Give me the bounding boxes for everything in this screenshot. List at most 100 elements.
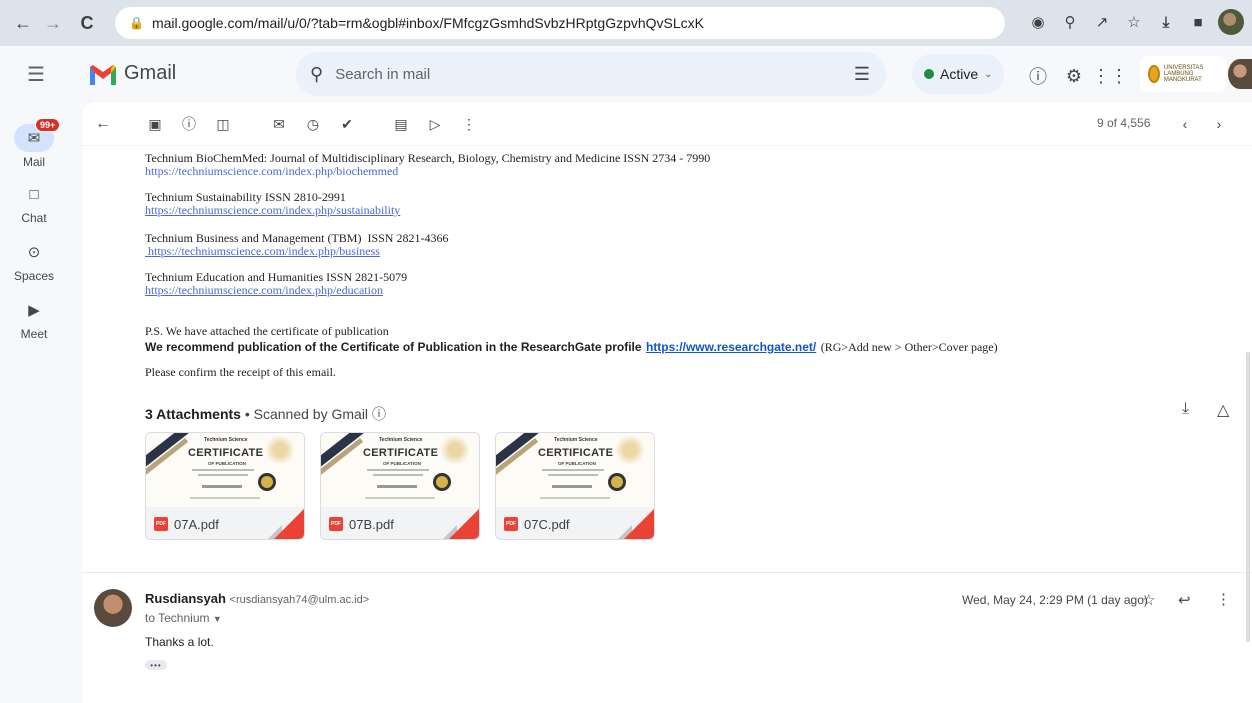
- journal-link[interactable]: https://techniumscience.com/index.php/bu…: [145, 245, 448, 258]
- move-to-icon[interactable]: ▤: [388, 111, 414, 137]
- archive-icon[interactable]: ▣: [142, 111, 168, 137]
- seal-icon: [258, 473, 276, 491]
- attachment-card[interactable]: Technium Science CERTIFICATE OF PUBLICAT…: [495, 432, 655, 540]
- add-to-drive-icon[interactable]: △: [1217, 400, 1229, 420]
- apps-grid-icon[interactable]: ⋮⋮: [1092, 64, 1128, 88]
- more-vert-icon[interactable]: ⋮: [456, 111, 482, 137]
- journal-block: Technium Business and Management (TBM) I…: [145, 232, 448, 258]
- mark-unread-icon[interactable]: ✉: [266, 111, 292, 137]
- download-all-icon[interactable]: ⤓: [1182, 400, 1189, 418]
- confirm-line: Please confirm the receipt of this email…: [145, 365, 336, 379]
- help-icon[interactable]: ⓘ: [1026, 64, 1050, 88]
- journal-block: Technium Education and Humanities ISSN 2…: [145, 271, 407, 297]
- seal-icon: [608, 473, 626, 491]
- lock-icon: 🔒: [129, 16, 144, 30]
- info-icon[interactable]: ⓘ: [372, 406, 386, 422]
- cert-title: CERTIFICATE: [188, 447, 264, 459]
- ps-line: P.S. We have attached the certificate of…: [145, 324, 389, 338]
- scanned-label: Scanned by Gmail: [253, 406, 369, 422]
- forward-icon[interactable]: →: [38, 8, 68, 38]
- eye-icon[interactable]: ◉: [1026, 8, 1050, 36]
- zoom-icon[interactable]: ⚲: [1058, 8, 1082, 36]
- settings-gear-icon[interactable]: ⚙: [1062, 64, 1086, 88]
- org-badge[interactable]: UNIVERSITAS LAMBUNG MANGKURAT: [1140, 56, 1226, 92]
- status-label: Active: [940, 66, 979, 82]
- attachment-name: 07C.pdf: [524, 516, 570, 532]
- cert-brand: Technium Science: [554, 437, 598, 443]
- add-task-icon[interactable]: ✔: [334, 111, 360, 137]
- meet-video-icon: ▶: [28, 302, 40, 319]
- gmail-logo[interactable]: Gmail: [88, 62, 176, 85]
- journal-link[interactable]: https://techniumscience.com/index.php/bi…: [145, 165, 710, 178]
- search-options-icon[interactable]: ☰: [854, 64, 870, 85]
- pdf-icon: PDF: [329, 517, 343, 531]
- recipient-text: to Technium: [145, 611, 210, 625]
- sender-avatar[interactable]: [94, 589, 132, 627]
- rail-label-meet: Meet: [20, 327, 48, 341]
- cert-brand: Technium Science: [204, 437, 248, 443]
- cert-brand: Technium Science: [379, 437, 423, 443]
- rail-item-mail[interactable]: ✉ 99+ Mail: [0, 118, 68, 169]
- rail-label-mail: Mail: [22, 155, 45, 169]
- scrollbar-thumb[interactable]: [1246, 352, 1250, 642]
- sender-line: Rusdiansyah <rusdiansyah74@ulm.ac.id>: [145, 591, 369, 606]
- search-placeholder: Search in mail: [335, 65, 431, 83]
- rail-label-chat: Chat: [21, 211, 47, 225]
- journal-link[interactable]: https://techniumscience.com/index.php/ed…: [145, 284, 407, 297]
- sender-name[interactable]: Rusdiansyah: [145, 591, 226, 606]
- certificate-thumbnail: Technium Science CERTIFICATE OF PUBLICAT…: [496, 433, 654, 507]
- journal-link[interactable]: https://techniumscience.com/index.php/su…: [145, 204, 400, 217]
- main-menu-icon[interactable]: ☰: [22, 60, 50, 88]
- university-logo-icon: [1148, 65, 1160, 83]
- show-trimmed-content-button[interactable]: •••: [145, 660, 167, 670]
- sidepanel-icon[interactable]: ■: [1186, 8, 1210, 36]
- reload-icon[interactable]: C: [72, 8, 102, 38]
- account-avatar[interactable]: [1228, 59, 1252, 89]
- rail-item-spaces[interactable]: ⊙ Spaces: [0, 238, 68, 283]
- attachment-card[interactable]: Technium Science CERTIFICATE OF PUBLICAT…: [145, 432, 305, 540]
- back-icon[interactable]: ←: [8, 8, 38, 38]
- bookmark-star-icon[interactable]: ☆: [1122, 8, 1146, 36]
- search-bar[interactable]: ⚲ Search in mail ☰: [296, 52, 886, 96]
- cert-subtitle: OF PUBLICATION: [558, 461, 596, 466]
- status-selector[interactable]: Active ⌄: [912, 54, 1004, 94]
- gmail-header: ☰ Gmail ⚲ Search in mail ☰ Active ⌄ ⓘ ⚙ …: [0, 46, 1252, 102]
- older-chevron-right-icon[interactable]: ›: [1206, 111, 1232, 137]
- rail-item-chat[interactable]: □ Chat: [0, 180, 68, 226]
- profile-avatar[interactable]: [1218, 9, 1244, 35]
- reply-icon[interactable]: ↩: [1178, 591, 1191, 609]
- cert-title: CERTIFICATE: [538, 447, 614, 459]
- certificate-thumbnail: Technium Science CERTIFICATE OF PUBLICAT…: [146, 433, 304, 507]
- report-spam-icon[interactable]: ⓘ: [176, 111, 202, 137]
- label-icon[interactable]: ▷: [422, 111, 448, 137]
- snooze-clock-icon[interactable]: ◷: [300, 111, 326, 137]
- gmail-m-icon: [90, 64, 116, 85]
- attachment-card[interactable]: Technium Science CERTIFICATE OF PUBLICAT…: [320, 432, 480, 540]
- researchgate-link[interactable]: https://www.researchgate.net/: [646, 340, 816, 354]
- recommend-line: We recommend publication of the Certific…: [145, 338, 998, 356]
- download-icon[interactable]: ⤓: [1154, 8, 1178, 36]
- star-icon[interactable]: ☆: [1142, 591, 1155, 609]
- delete-trash-icon[interactable]: ◫: [210, 111, 236, 137]
- more-vert-icon[interactable]: ⋮: [1216, 590, 1231, 608]
- recommend-text: We recommend publication of the Certific…: [145, 340, 642, 354]
- search-icon[interactable]: ⚲: [310, 64, 323, 85]
- unread-badge: 99+: [35, 118, 61, 132]
- app-name: Gmail: [124, 62, 177, 84]
- recommend-tail: (RG>Add new > Other>Cover page): [820, 340, 998, 354]
- message-count: 9 of 4,556: [1097, 116, 1151, 130]
- cert-subtitle: OF PUBLICATION: [208, 461, 246, 466]
- newer-chevron-left-icon[interactable]: ‹: [1172, 111, 1198, 137]
- status-dot-icon: [924, 69, 934, 79]
- back-to-inbox-icon[interactable]: ←: [90, 111, 116, 137]
- org-badge-text: UNIVERSITAS LAMBUNG MANGKURAT: [1163, 65, 1204, 83]
- rail-item-meet[interactable]: ▶ Meet: [0, 296, 68, 341]
- rail-label-spaces: Spaces: [13, 269, 55, 283]
- recipient-line[interactable]: to Technium ▼: [145, 611, 222, 625]
- address-bar[interactable]: 🔒 mail.google.com/mail/u/0/?tab=rm&ogbl#…: [115, 7, 1005, 39]
- url-host: mail.google.com: [151, 15, 254, 31]
- cert-subtitle: OF PUBLICATION: [383, 461, 421, 466]
- share-icon[interactable]: ↗: [1090, 8, 1114, 36]
- pdf-icon: PDF: [504, 517, 518, 531]
- certificate-thumbnail: Technium Science CERTIFICATE OF PUBLICAT…: [321, 433, 479, 507]
